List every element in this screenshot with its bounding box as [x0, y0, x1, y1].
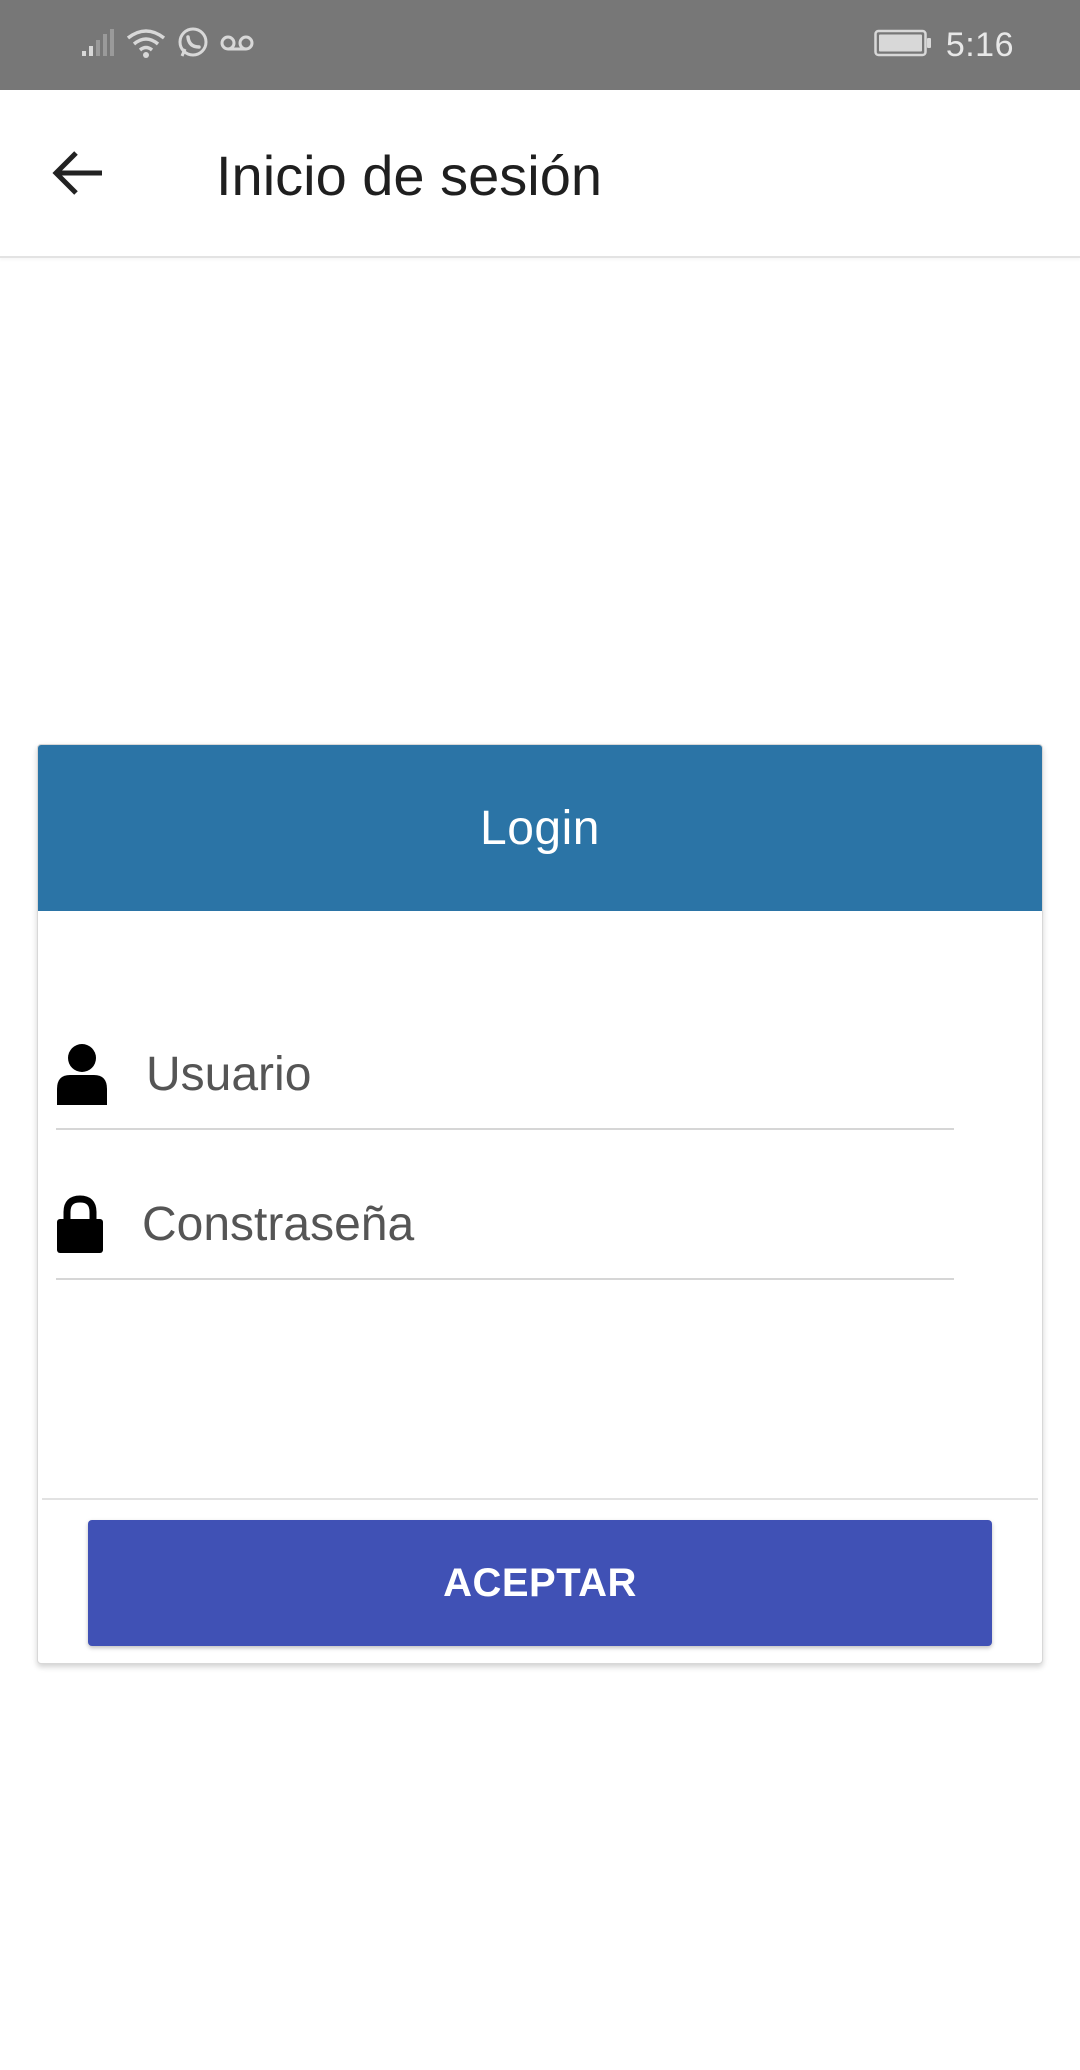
wifi-icon [126, 27, 166, 64]
whatsapp-icon [176, 26, 210, 65]
user-icon [56, 1041, 116, 1107]
status-bar: 5:16 [0, 0, 1080, 90]
status-icons-right: 5:16 [874, 22, 1014, 68]
lock-icon [56, 1191, 116, 1257]
username-field [56, 1020, 954, 1130]
arrow-back-icon [50, 148, 106, 203]
battery-icon [874, 29, 932, 62]
status-icons-left [80, 22, 254, 68]
card-divider [42, 1498, 1038, 1500]
status-time: 5:16 [945, 25, 1014, 64]
signal-icon [80, 28, 116, 63]
voicemail-icon [220, 33, 254, 58]
page-title: Inicio de sesión [216, 144, 603, 207]
app-bar: Inicio de sesión [0, 90, 1080, 258]
back-button[interactable] [38, 140, 118, 210]
password-input[interactable] [142, 1184, 942, 1264]
login-card-title: Login [480, 801, 600, 855]
username-input[interactable] [146, 1034, 946, 1114]
login-card-header: Login [38, 745, 1042, 911]
password-field [56, 1170, 954, 1280]
accept-button[interactable]: ACEPTAR [88, 1520, 992, 1646]
